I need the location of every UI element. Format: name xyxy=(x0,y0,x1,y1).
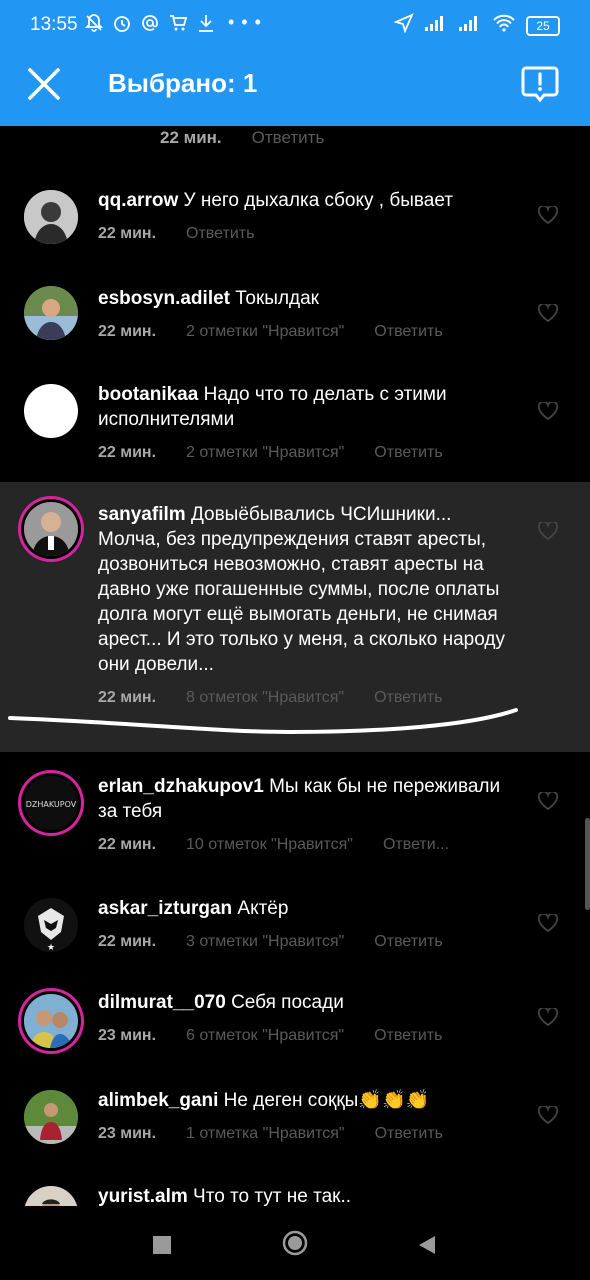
comment-time: 23 мин. xyxy=(98,1125,157,1142)
signal-icon xyxy=(424,14,448,37)
avatar[interactable] xyxy=(24,1090,78,1144)
hand-drawn-underline xyxy=(8,708,518,735)
download-icon xyxy=(196,13,216,38)
likes-count[interactable]: 6 отметок "Нравится" xyxy=(186,1023,344,1048)
avatar[interactable] xyxy=(24,502,78,556)
svg-text:★: ★ xyxy=(47,943,55,952)
heart-icon[interactable] xyxy=(538,792,558,810)
comment-item[interactable]: alimbek_gani Не деген соққы👏👏👏 23 мин. 1… xyxy=(0,1074,590,1166)
comment-username[interactable]: askar_izturgan xyxy=(98,898,232,919)
comment-username[interactable]: bootanikaa xyxy=(98,384,198,405)
reply-button[interactable]: Ответи... xyxy=(383,832,449,857)
avatar[interactable] xyxy=(24,190,78,244)
comment-time: 22 мин. xyxy=(98,836,157,853)
more-notifications-icon: • • • xyxy=(228,12,262,32)
comment-item[interactable]: esbosyn.adilet Токылдак 22 мин. 2 отметк… xyxy=(0,272,590,368)
likes-count[interactable]: 2 отметки "Нравится" xyxy=(186,440,344,465)
comment-time: 22 мин. xyxy=(160,128,222,147)
likes-count[interactable]: 3 отметки "Нравится" xyxy=(186,929,344,954)
comment-time: 22 мин. xyxy=(98,323,157,340)
comment-username[interactable]: esbosyn.adilet xyxy=(98,288,230,309)
likes-count[interactable]: 10 отметок "Нравится" xyxy=(186,832,353,857)
comment-time: 22 мин. xyxy=(98,933,157,950)
signal-icon-2 xyxy=(458,14,482,37)
comment-item-selected[interactable]: sanyafilm Довыёбывались ЧСИшники... Молч… xyxy=(0,482,590,752)
comment-item[interactable]: dilmurat__070 Себя посади 23 мин. 6 отме… xyxy=(0,978,590,1070)
selection-header: Выбрано: 1 xyxy=(0,44,590,126)
reply-button[interactable]: Ответить xyxy=(252,128,325,148)
at-icon xyxy=(140,13,160,38)
heart-icon[interactable] xyxy=(538,1106,558,1124)
wifi-icon xyxy=(492,14,516,37)
report-button[interactable] xyxy=(520,64,560,104)
scrollbar-thumb[interactable] xyxy=(585,818,590,910)
comment-text: Токылдак xyxy=(235,288,319,309)
back-button[interactable] xyxy=(417,1234,437,1256)
close-icon xyxy=(28,68,60,100)
comment-text: Себя посади xyxy=(231,992,344,1013)
reply-button[interactable]: Ответить xyxy=(375,1121,443,1146)
avatar-label: DZHAKUPOV xyxy=(26,800,77,809)
comment-text: Довыёбывались ЧСИшники... Молча, без пре… xyxy=(98,504,505,675)
avatar[interactable] xyxy=(24,286,78,340)
muted-bell-icon xyxy=(84,13,104,38)
heart-icon[interactable] xyxy=(538,304,558,322)
reply-button[interactable]: Ответить xyxy=(374,440,442,465)
system-nav-bar xyxy=(0,1206,590,1280)
comment-item[interactable]: qq.arrow У него дыхалка сбоку , бывает 2… xyxy=(0,176,590,266)
comment-time: 23 мин. xyxy=(98,1027,157,1044)
heart-icon[interactable] xyxy=(538,402,558,420)
heart-icon[interactable] xyxy=(538,206,558,224)
comment-username[interactable]: qq.arrow xyxy=(98,190,178,211)
comment-username[interactable]: yurist.alm xyxy=(98,1186,188,1206)
comment-text: У него дыхалка сбоку , бывает xyxy=(183,190,453,211)
reply-button[interactable]: Ответить xyxy=(374,1023,442,1048)
comment-username[interactable]: sanyafilm xyxy=(98,504,186,525)
status-time: 13:55 xyxy=(30,14,78,35)
alarm-icon xyxy=(112,13,132,38)
comment-list[interactable]: 22 мин. Ответить qq.arrow У него дыхалка… xyxy=(0,126,590,1206)
avatar[interactable]: ★ xyxy=(24,898,78,952)
home-button[interactable] xyxy=(282,1230,308,1256)
comment-username[interactable]: erlan_dzhakupov1 xyxy=(98,776,264,797)
reply-button[interactable]: Ответить xyxy=(374,319,442,344)
comment-time: 22 мин. xyxy=(98,225,157,242)
recents-button[interactable] xyxy=(153,1236,171,1254)
reply-button[interactable]: Ответить xyxy=(186,221,254,246)
status-right: 25 xyxy=(393,13,560,38)
likes-count[interactable]: 2 отметки "Нравится" xyxy=(186,319,344,344)
likes-count[interactable]: 1 отметка "Нравится" xyxy=(186,1121,345,1146)
comment-item[interactable]: bootanikaa Надо что то делать с этими ис… xyxy=(0,372,590,482)
comment-item[interactable]: yurist.alm Что то тут не так.. xyxy=(0,1172,590,1206)
cart-icon xyxy=(168,13,188,38)
close-button[interactable] xyxy=(24,64,64,104)
comment-username[interactable]: dilmurat__070 xyxy=(98,992,226,1013)
status-bar: 13:55 • • • 25 xyxy=(0,0,590,44)
comment-text: Что то тут не так.. xyxy=(193,1186,352,1206)
comment-username[interactable]: alimbek_gani xyxy=(98,1090,218,1111)
report-icon xyxy=(521,66,559,103)
comment-item[interactable]: ★ askar_izturgan Актёр 22 мин. 3 отметки… xyxy=(0,884,590,974)
heart-icon[interactable] xyxy=(538,1008,558,1026)
comment-time: 22 мин. xyxy=(98,444,157,461)
avatar[interactable]: DZHAKUPOV xyxy=(24,776,78,830)
previous-comment-meta: 22 мин. Ответить xyxy=(160,128,324,148)
heart-icon[interactable] xyxy=(538,914,558,932)
avatar[interactable] xyxy=(24,384,78,438)
comment-text: Не деген соққы👏👏👏 xyxy=(223,1090,430,1111)
comment-item[interactable]: DZHAKUPOV erlan_dzhakupov1 Мы как бы не … xyxy=(0,762,590,872)
avatar[interactable] xyxy=(24,994,78,1048)
battery-indicator: 25 xyxy=(526,15,560,36)
comment-text: Актёр xyxy=(237,898,289,919)
heart-icon[interactable] xyxy=(538,522,558,540)
location-arrow-icon xyxy=(393,13,414,38)
reply-button[interactable]: Ответить xyxy=(374,929,442,954)
avatar[interactable] xyxy=(24,1186,78,1206)
status-icons xyxy=(84,13,216,38)
page-title: Выбрано: 1 xyxy=(108,68,258,98)
